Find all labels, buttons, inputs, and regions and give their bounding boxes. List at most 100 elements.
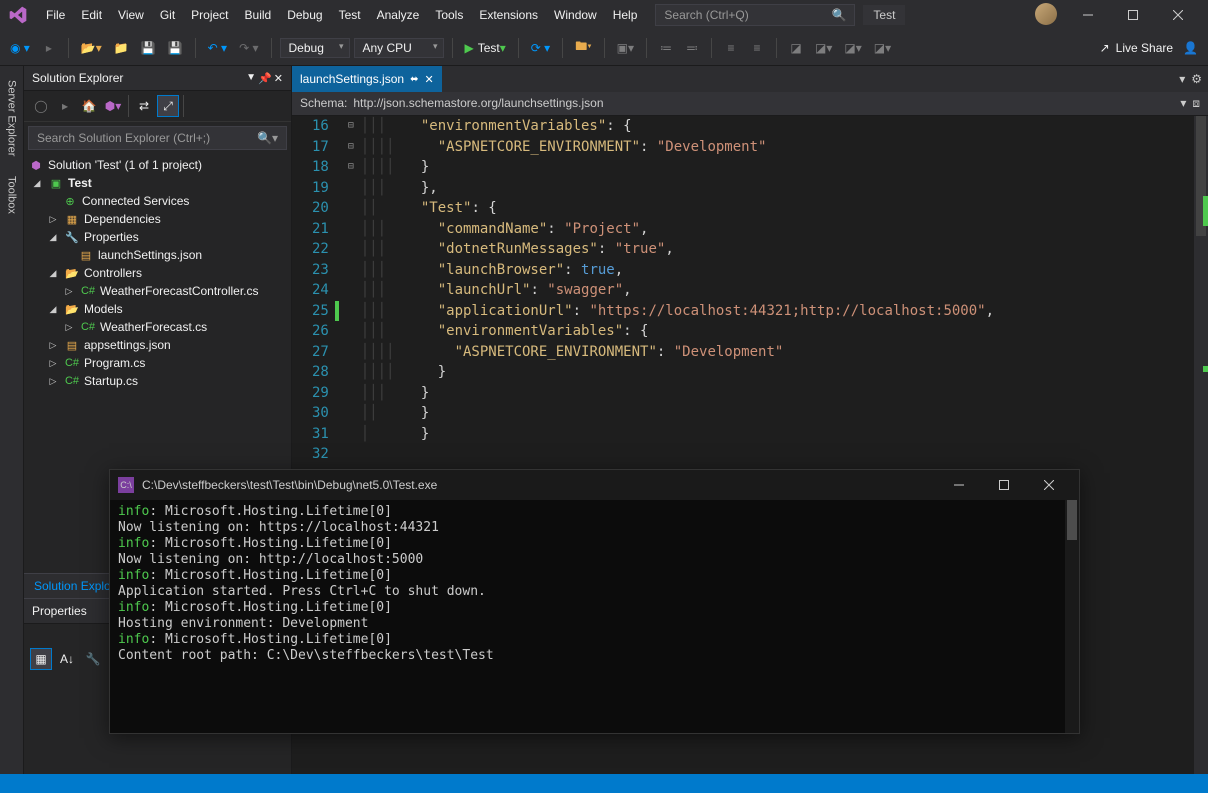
expand-icon[interactable]: ◢ bbox=[46, 232, 60, 243]
menu-extensions[interactable]: Extensions bbox=[471, 4, 546, 26]
close-tab-icon[interactable]: ✕ bbox=[424, 73, 433, 86]
back-icon[interactable]: ◯ bbox=[30, 95, 52, 117]
open-file-button[interactable]: 📁 bbox=[110, 37, 133, 59]
console-output[interactable]: info: Microsoft.Hosting.Lifetime[0] Now … bbox=[110, 500, 1079, 733]
browser-link-button[interactable]: 🖿▾ bbox=[571, 37, 595, 59]
panel-close-icon[interactable]: ✕ bbox=[274, 72, 283, 85]
toolbox-tab[interactable]: Toolbox bbox=[3, 168, 21, 222]
expand-icon[interactable]: ▷ bbox=[62, 286, 76, 297]
start-debug-button[interactable]: ▶ Test ▾ bbox=[461, 37, 510, 59]
expand-icon[interactable]: ▷ bbox=[46, 214, 60, 225]
main-menu: FileEditViewGitProjectBuildDebugTestAnal… bbox=[38, 8, 645, 22]
console-minimize-button[interactable] bbox=[936, 473, 981, 497]
models-node[interactable]: ◢ 📂 Models bbox=[24, 300, 291, 318]
alpha-icon[interactable]: A↓ bbox=[56, 648, 78, 670]
tool-btn-8[interactable]: ◪▾ bbox=[870, 37, 895, 59]
expand-icon[interactable]: ◢ bbox=[46, 268, 60, 279]
console-maximize-button[interactable] bbox=[981, 473, 1026, 497]
menu-window[interactable]: Window bbox=[546, 4, 605, 26]
filter-icon[interactable]: ⤢ bbox=[157, 95, 179, 117]
expand-icon[interactable]: ▷ bbox=[62, 322, 76, 333]
vertical-scrollbar[interactable] bbox=[1194, 116, 1208, 774]
expand-icon[interactable]: ◢ bbox=[46, 304, 60, 315]
menu-view[interactable]: View bbox=[110, 4, 152, 26]
bookmark-button[interactable]: ◪ bbox=[785, 37, 807, 59]
new-project-button[interactable]: 📂▾ bbox=[77, 37, 106, 59]
connected-services-node[interactable]: ⊕ Connected Services bbox=[24, 192, 291, 210]
expand-icon[interactable]: ▷ bbox=[46, 358, 60, 369]
config-dropdown[interactable]: Debug bbox=[280, 38, 350, 58]
menu-build[interactable]: Build bbox=[237, 4, 280, 26]
menu-test[interactable]: Test bbox=[331, 4, 369, 26]
redo-button[interactable]: ↷ ▾ bbox=[235, 37, 262, 59]
save-button[interactable]: 💾 bbox=[137, 37, 160, 59]
tab-dropdown-icon[interactable]: ▾ bbox=[1179, 72, 1185, 86]
split-icon[interactable]: ⧈ bbox=[1192, 96, 1200, 111]
menu-tools[interactable]: Tools bbox=[427, 4, 471, 26]
settings-icon[interactable]: ⚙ bbox=[1191, 72, 1202, 86]
tool-btn-5[interactable]: ≡ bbox=[746, 37, 768, 59]
minimize-button[interactable] bbox=[1065, 3, 1110, 27]
launchsettings-node[interactable]: ▤ launchSettings.json bbox=[24, 246, 291, 264]
global-search-input[interactable]: Search (Ctrl+Q) 🔍 bbox=[655, 4, 855, 26]
vs-logo-icon bbox=[8, 5, 28, 25]
dependencies-node[interactable]: ▷ ▦ Dependencies bbox=[24, 210, 291, 228]
home-icon[interactable]: 🏠 bbox=[78, 95, 100, 117]
menu-project[interactable]: Project bbox=[183, 4, 236, 26]
close-button[interactable] bbox=[1155, 3, 1200, 27]
maximize-button[interactable] bbox=[1110, 3, 1155, 27]
expand-icon[interactable]: ▷ bbox=[46, 340, 60, 351]
properties-node[interactable]: ◢ 🔧 Properties bbox=[24, 228, 291, 246]
project-node[interactable]: ◢ ▣ Test bbox=[24, 174, 291, 192]
tool-btn-3[interactable]: ≕ bbox=[681, 37, 703, 59]
fwd-icon[interactable]: ▸ bbox=[54, 95, 76, 117]
live-share-button[interactable]: Live Share bbox=[1116, 41, 1173, 55]
tool-btn-6[interactable]: ◪▾ bbox=[811, 37, 836, 59]
server-explorer-tab[interactable]: Server Explorer bbox=[3, 72, 21, 164]
wf-node[interactable]: ▷ C# WeatherForecast.cs bbox=[24, 318, 291, 336]
menu-debug[interactable]: Debug bbox=[279, 4, 330, 26]
solution-explorer-tab[interactable]: Solution Explo bbox=[24, 574, 121, 598]
main-toolbar: ◉ ▾ ▸ 📂▾ 📁 💾 💾 ↶ ▾ ↷ ▾ Debug Any CPU ▶ T… bbox=[0, 30, 1208, 66]
sync-icon[interactable]: ⇄ bbox=[133, 95, 155, 117]
user-avatar[interactable] bbox=[1035, 3, 1057, 25]
pin-icon[interactable]: ⬌ bbox=[410, 74, 418, 85]
tool-btn-4[interactable]: ≡ bbox=[720, 37, 742, 59]
navigate-back-button[interactable]: ◉ ▾ bbox=[6, 37, 34, 59]
prop-icon[interactable]: 🔧 bbox=[82, 648, 104, 670]
platform-dropdown[interactable]: Any CPU bbox=[354, 38, 444, 58]
schema-dropdown-icon[interactable]: ▾ bbox=[1180, 96, 1186, 111]
expand-icon[interactable]: ▷ bbox=[46, 376, 60, 387]
solution-search-input[interactable]: Search Solution Explorer (Ctrl+;) 🔍▾ bbox=[28, 126, 287, 150]
menu-help[interactable]: Help bbox=[605, 4, 646, 26]
menu-git[interactable]: Git bbox=[152, 4, 183, 26]
save-all-button[interactable]: 💾 bbox=[164, 37, 187, 59]
switch-view-icon[interactable]: ⬢▾ bbox=[102, 95, 124, 117]
console-close-button[interactable] bbox=[1026, 473, 1071, 497]
schema-url[interactable]: http://json.schemastore.org/launchsettin… bbox=[353, 96, 603, 111]
panel-pin-icon[interactable]: 📌 bbox=[258, 72, 272, 85]
undo-button[interactable]: ↶ ▾ bbox=[204, 37, 231, 59]
feedback-button[interactable]: 👤 bbox=[1179, 37, 1202, 59]
cs-icon: C# bbox=[80, 320, 96, 334]
menu-file[interactable]: File bbox=[38, 4, 73, 26]
panel-dropdown-icon[interactable]: ▼ bbox=[246, 72, 256, 85]
tool-btn-2[interactable]: ≔ bbox=[655, 37, 677, 59]
console-titlebar[interactable]: C:\ C:\Dev\steffbeckers\test\Test\bin\De… bbox=[110, 470, 1079, 500]
console-scrollbar[interactable] bbox=[1065, 500, 1079, 733]
appsettings-node[interactable]: ▷ ▤ appsettings.json bbox=[24, 336, 291, 354]
categorized-icon[interactable]: ▦ bbox=[30, 648, 52, 670]
tool-btn-7[interactable]: ◪▾ bbox=[840, 37, 865, 59]
navigate-forward-button[interactable]: ▸ bbox=[38, 37, 60, 59]
menu-analyze[interactable]: Analyze bbox=[369, 4, 428, 26]
expand-icon[interactable]: ◢ bbox=[30, 178, 44, 189]
controllers-node[interactable]: ◢ 📂 Controllers bbox=[24, 264, 291, 282]
program-node[interactable]: ▷ C# Program.cs bbox=[24, 354, 291, 372]
startup-node[interactable]: ▷ C# Startup.cs bbox=[24, 372, 291, 390]
tool-btn-1[interactable]: ▣▾ bbox=[613, 37, 638, 59]
refresh-button[interactable]: ⟳ ▾ bbox=[527, 37, 554, 59]
menu-edit[interactable]: Edit bbox=[73, 4, 110, 26]
wfc-node[interactable]: ▷ C# WeatherForecastController.cs bbox=[24, 282, 291, 300]
solution-root[interactable]: ⬢ Solution 'Test' (1 of 1 project) bbox=[24, 156, 291, 174]
file-tab-launchsettings[interactable]: launchSettings.json ⬌ ✕ bbox=[292, 66, 442, 92]
